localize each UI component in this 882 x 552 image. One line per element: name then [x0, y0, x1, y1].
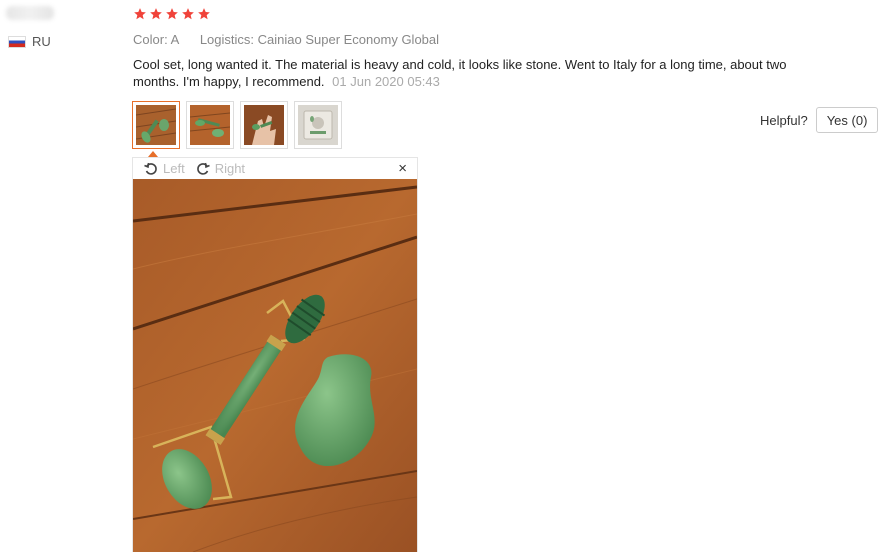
- thumbnail-3[interactable]: [240, 101, 288, 149]
- jade-roller-thumbnail-image: [189, 105, 231, 145]
- thumbnail-4[interactable]: [294, 101, 342, 149]
- photo-viewer: Left Right ×: [132, 157, 418, 552]
- thumbnail-2[interactable]: [186, 101, 234, 149]
- rotate-left-label: Left: [163, 161, 185, 176]
- rotate-right-button[interactable]: Right: [195, 161, 245, 177]
- viewer-toolbar: Left Right ×: [133, 158, 417, 179]
- rotate-right-label: Right: [214, 161, 246, 176]
- country-code: RU: [32, 34, 51, 49]
- helpful-yes-button[interactable]: Yes (0): [815, 107, 879, 133]
- rotate-left-button[interactable]: Left: [143, 161, 185, 177]
- close-icon[interactable]: ×: [398, 160, 407, 177]
- color-value: A: [170, 32, 179, 47]
- jade-roller-photo: [133, 179, 417, 552]
- russia-flag-icon: [8, 35, 26, 48]
- rotate-right-icon: [196, 162, 210, 175]
- review-date: 01 Jun 2020 05:43: [332, 74, 440, 89]
- hand-holding-roller-thumbnail-image: [244, 105, 284, 145]
- rotate-left-icon: [144, 162, 157, 175]
- review-photo-thumbnails: [132, 101, 342, 149]
- jade-roller-thumbnail-image: [135, 105, 177, 145]
- reviewer-country: RU: [8, 34, 51, 49]
- star-rating: [133, 7, 211, 21]
- star-icon: [182, 8, 194, 20]
- thumbnail-1[interactable]: [132, 101, 180, 149]
- packaging-thumbnail-image: [298, 105, 338, 145]
- star-icon: [166, 8, 178, 20]
- star-icon: [134, 8, 146, 20]
- color-label: Color:: [133, 32, 168, 47]
- helpful-label: Helpful?: [760, 112, 808, 128]
- star-icon: [150, 8, 162, 20]
- star-icon: [198, 8, 210, 20]
- order-meta: Color: A Logistics: Cainiao Super Econom…: [133, 32, 439, 47]
- helpful-section: Helpful? Yes (0): [760, 107, 879, 133]
- username-blurred: [6, 6, 54, 20]
- logistics-label: Logistics:: [199, 32, 255, 47]
- review-text: Cool set, long wanted it. The material i…: [133, 57, 787, 89]
- logistics-value: Cainiao Super Economy Global: [257, 32, 440, 47]
- review-body: Cool set, long wanted it. The material i…: [133, 56, 823, 90]
